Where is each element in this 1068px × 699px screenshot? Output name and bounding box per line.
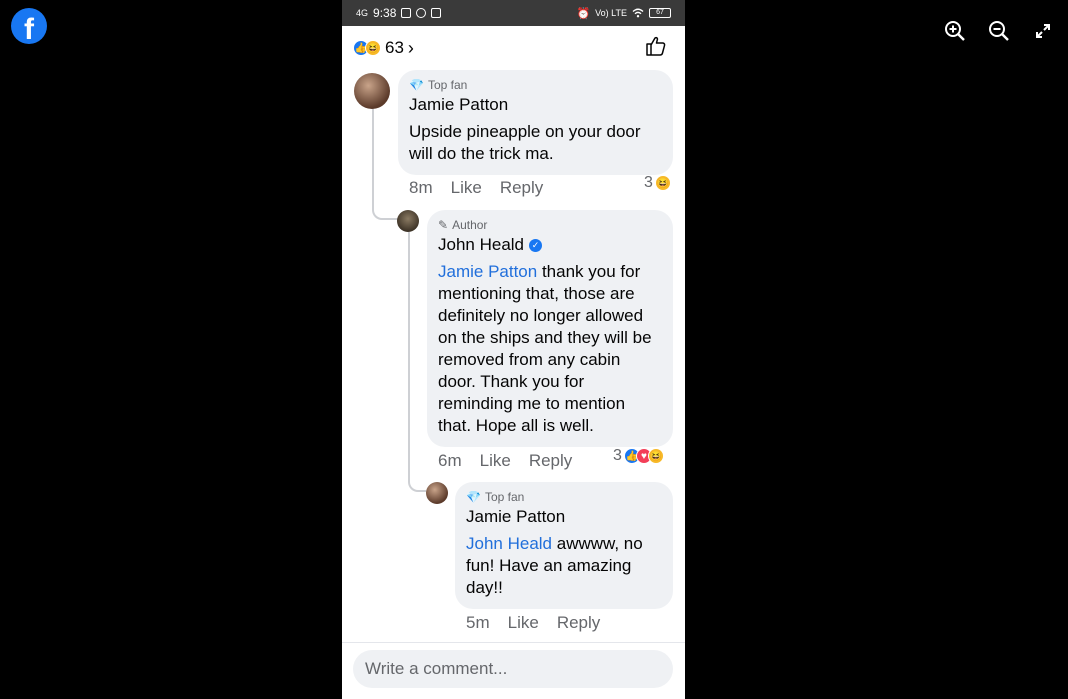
haha-reaction-icon: 😆 bbox=[654, 175, 671, 191]
reaction-icons: 👍 😆 bbox=[353, 40, 381, 56]
haha-reaction-icon: 😆 bbox=[647, 448, 664, 464]
comment-text: Jamie Patton thank you for mentioning th… bbox=[438, 261, 661, 437]
phone-screen: 4G 9:38 ⏰ Vo) LTE 67 👍 😆 63 › 💎 Top fan … bbox=[342, 0, 685, 699]
top-fan-badge: 💎 Top fan bbox=[466, 490, 661, 504]
comment-reactions[interactable]: 3 😆 bbox=[644, 174, 671, 192]
comment-bubble: ✎ Author John Heald ✓ Jamie Patton thank… bbox=[427, 210, 673, 447]
mention-link[interactable]: John Heald bbox=[466, 534, 552, 553]
reply-button[interactable]: Reply bbox=[500, 178, 543, 198]
commenter-name[interactable]: John Heald ✓ bbox=[438, 235, 661, 255]
viewer-controls bbox=[942, 18, 1056, 44]
comment-reaction-count: 3 bbox=[613, 447, 622, 464]
notification-icon bbox=[401, 8, 412, 18]
comment-body: thank you for mentioning that, those are… bbox=[438, 262, 652, 435]
commenter-name-text: Jamie Patton bbox=[409, 95, 509, 114]
like-button[interactable]: Like bbox=[451, 178, 482, 198]
badge-label: Top fan bbox=[427, 78, 468, 92]
reaction-icons: 👍 ♥ 😆 bbox=[623, 448, 664, 464]
comment-bubble: 💎 Top fan Jamie Patton John Heald awwww,… bbox=[455, 482, 673, 609]
thread-connector bbox=[408, 232, 426, 492]
badge-label: Author bbox=[452, 218, 488, 232]
mention-link[interactable]: Jamie Patton bbox=[438, 262, 537, 281]
like-button[interactable]: Like bbox=[508, 613, 539, 633]
network-indicator: 4G bbox=[356, 8, 369, 18]
status-left: 4G 9:38 bbox=[356, 6, 442, 20]
comment-text: Upside pineapple on your door will do th… bbox=[409, 122, 641, 163]
commenter-name-text: John Heald bbox=[438, 235, 525, 254]
comment-input[interactable] bbox=[353, 650, 673, 688]
status-right: ⏰ Vo) LTE 67 bbox=[576, 7, 671, 20]
comment-actions: 5m Like Reply bbox=[466, 613, 600, 633]
author-badge: ✎ Author bbox=[438, 218, 661, 232]
top-fan-badge: 💎 Top fan bbox=[409, 78, 661, 92]
verified-badge-icon: ✓ bbox=[529, 238, 543, 252]
status-time: 9:38 bbox=[373, 6, 397, 20]
avatar[interactable] bbox=[354, 73, 390, 109]
haha-reaction-icon: 😆 bbox=[365, 40, 381, 56]
fullscreen-icon bbox=[1036, 24, 1050, 38]
battery-indicator: 67 bbox=[649, 8, 671, 18]
commenter-name[interactable]: Jamie Patton bbox=[466, 507, 661, 527]
wifi-icon bbox=[632, 8, 644, 18]
comment-time: 8m bbox=[409, 178, 433, 197]
zoom-in-icon bbox=[945, 21, 965, 41]
reply-button[interactable]: Reply bbox=[557, 613, 600, 633]
commenter-name[interactable]: Jamie Patton bbox=[409, 95, 661, 115]
badge-label: Top fan bbox=[484, 490, 525, 504]
pencil-icon: ✎ bbox=[438, 218, 449, 232]
like-post-button[interactable] bbox=[645, 35, 667, 62]
comment-composer bbox=[342, 642, 685, 699]
avatar[interactable] bbox=[426, 482, 448, 504]
app-icon bbox=[416, 8, 427, 18]
comment-bubble: 💎 Top fan Jamie Patton Upside pineapple … bbox=[398, 70, 673, 175]
commenter-name-text: Jamie Patton bbox=[466, 507, 566, 526]
diamond-icon: 💎 bbox=[466, 490, 481, 504]
fullscreen-button[interactable] bbox=[1030, 18, 1056, 44]
comment-actions: 6m Like Reply bbox=[438, 451, 572, 471]
thumbs-up-icon bbox=[646, 36, 666, 56]
diamond-icon: 💎 bbox=[409, 78, 424, 92]
comment-text: John Heald awwww, no fun! Have an amazin… bbox=[466, 533, 661, 599]
alarm-icon: ⏰ bbox=[576, 7, 591, 20]
comment-reaction-count: 3 bbox=[644, 174, 653, 191]
thread-connector bbox=[372, 106, 398, 220]
like-button[interactable]: Like bbox=[480, 451, 511, 471]
reaction-count: 63 bbox=[385, 38, 404, 57]
comment-time: 5m bbox=[466, 613, 490, 632]
comment-reactions[interactable]: 3 👍 ♥ 😆 bbox=[613, 447, 664, 465]
zoom-out-button[interactable] bbox=[986, 18, 1012, 44]
avatar[interactable] bbox=[397, 210, 419, 232]
reply-button[interactable]: Reply bbox=[529, 451, 572, 471]
zoom-in-button[interactable] bbox=[942, 18, 968, 44]
comment-actions: 8m Like Reply bbox=[409, 178, 543, 198]
reactions-bar: 👍 😆 63 › bbox=[342, 26, 685, 70]
reactions-summary[interactable]: 👍 😆 63 › bbox=[353, 38, 414, 59]
status-bar: 4G 9:38 ⏰ Vo) LTE 67 bbox=[342, 0, 685, 26]
chevron-right-icon: › bbox=[407, 37, 414, 58]
zoom-out-icon bbox=[989, 21, 1009, 41]
facebook-logo[interactable]: f bbox=[11, 8, 47, 44]
app-icon bbox=[431, 8, 442, 18]
volte-indicator: Vo) LTE bbox=[595, 8, 627, 18]
comment-time: 6m bbox=[438, 451, 462, 470]
